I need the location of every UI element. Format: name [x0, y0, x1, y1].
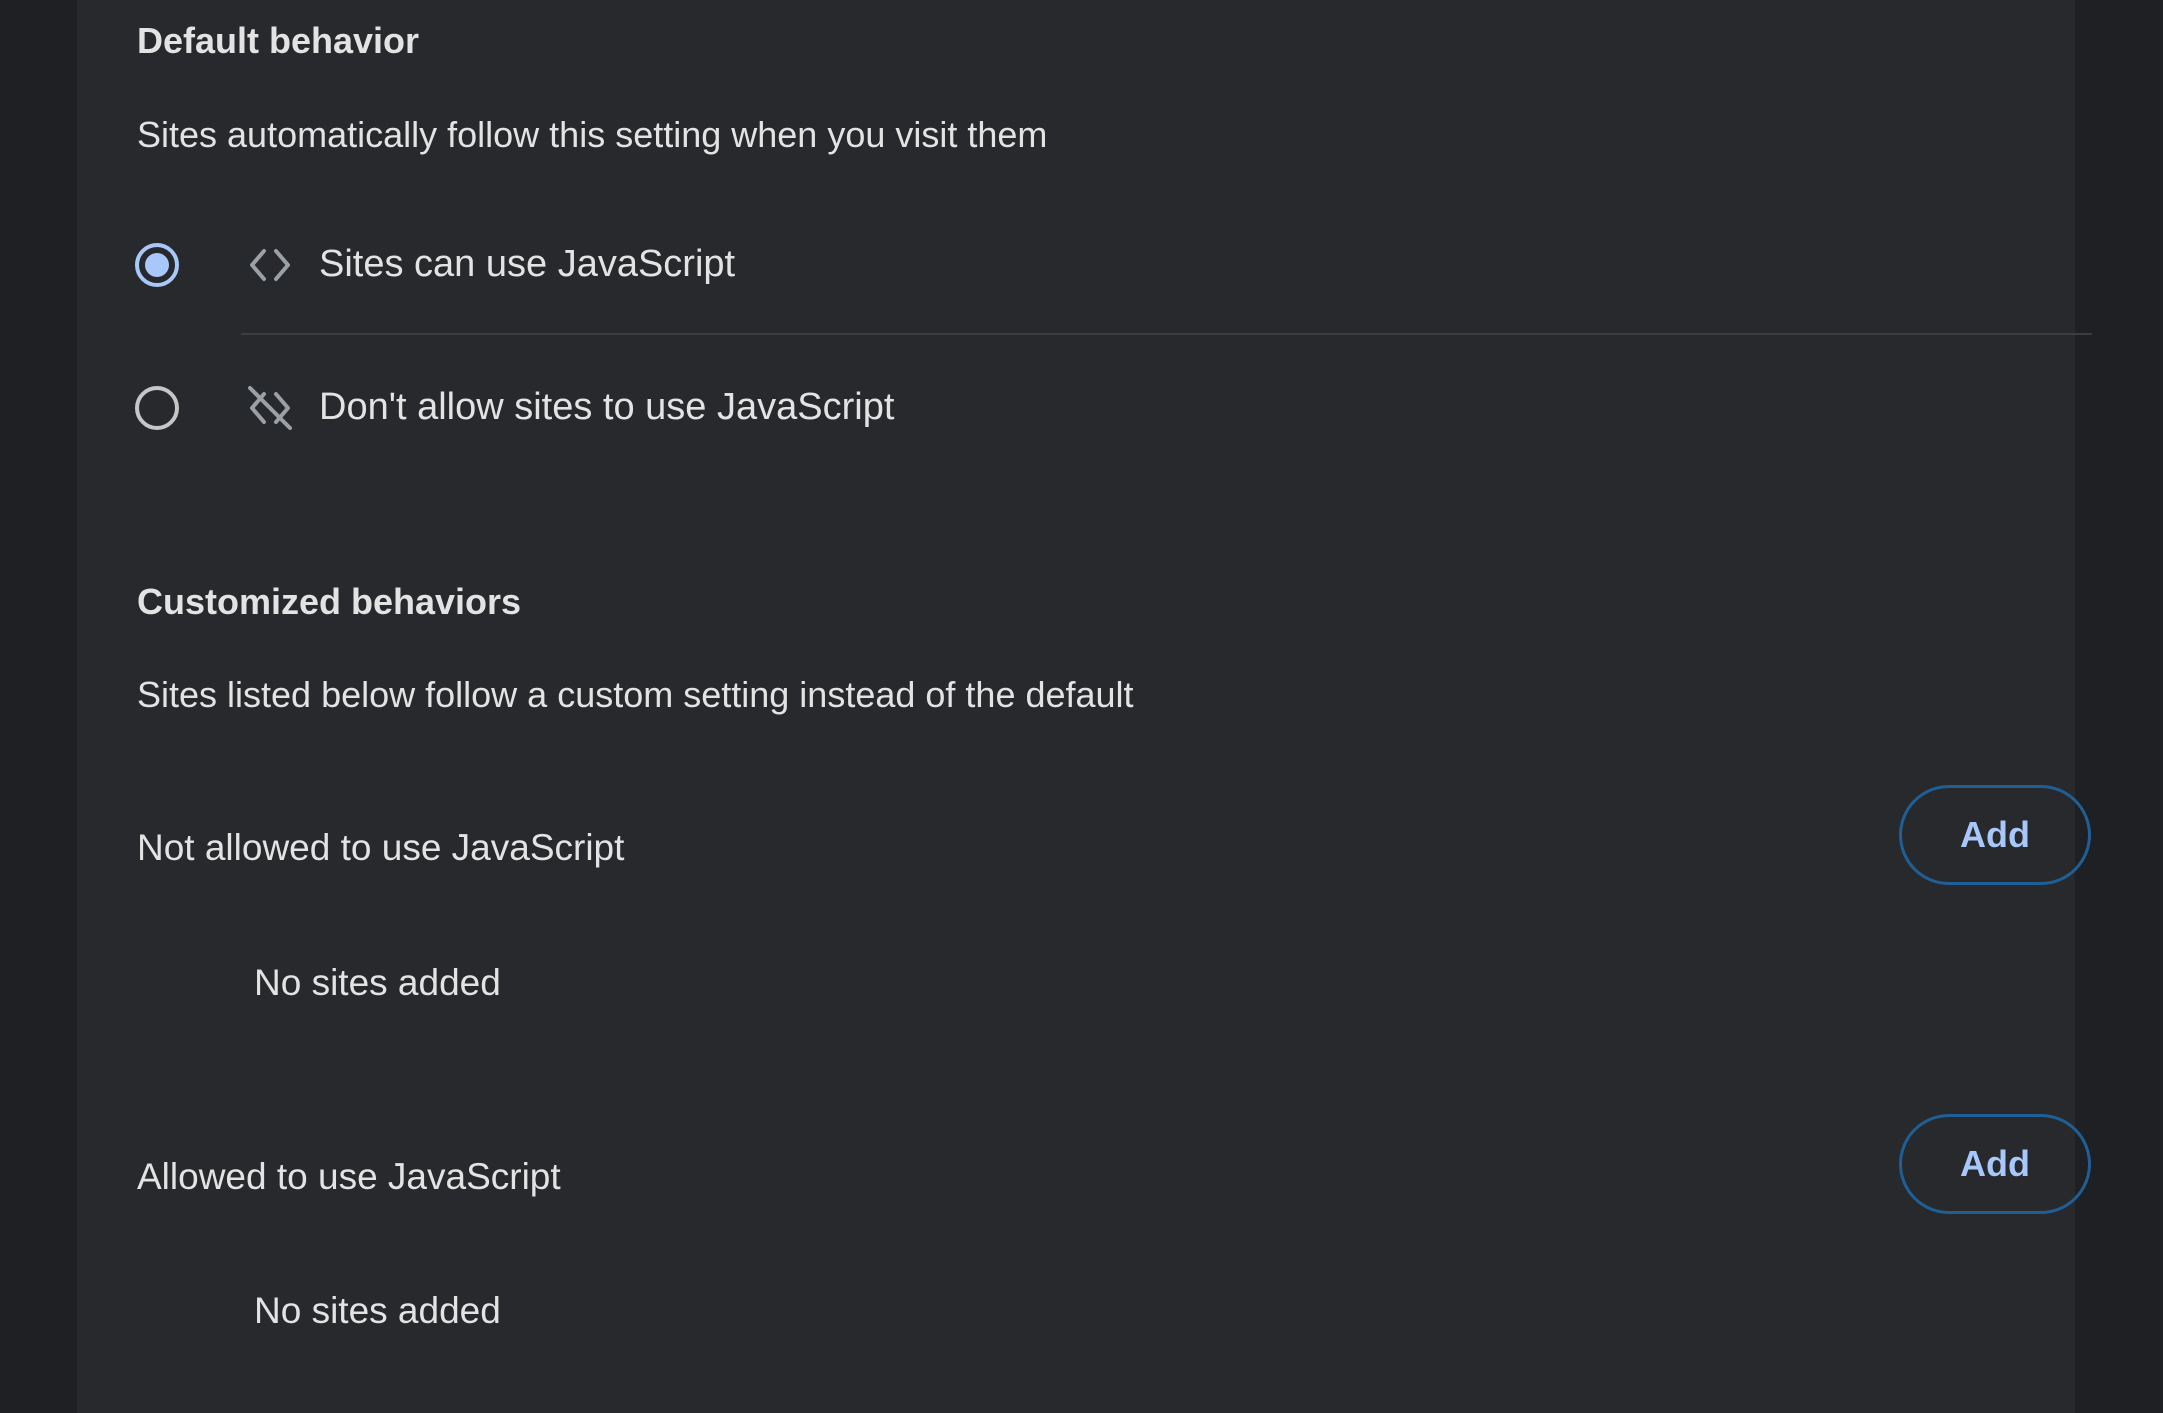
option-divider — [241, 333, 2092, 335]
default-behavior-description: Sites automatically follow this setting … — [137, 114, 1048, 155]
customized-behaviors-title: Customized behaviors — [137, 581, 522, 622]
radio-option-allow-javascript[interactable]: Sites can use JavaScript — [77, 215, 2075, 315]
blocked-list-label: Not allowed to use JavaScript — [137, 827, 625, 868]
default-behavior-title: Default behavior — [137, 20, 420, 61]
code-brackets-icon — [250, 249, 290, 281]
radio-label-block-javascript: Don't allow sites to use JavaScript — [319, 386, 895, 428]
radio-option-block-javascript[interactable]: Don't allow sites to use JavaScript — [77, 358, 2075, 458]
radio-label-allow-javascript: Sites can use JavaScript — [319, 243, 736, 285]
allowed-list-label: Allowed to use JavaScript — [137, 1156, 561, 1197]
add-blocked-site-button[interactable]: Add — [1899, 785, 2091, 885]
radio-button-selected[interactable] — [134, 242, 180, 288]
customized-behaviors-description: Sites listed below follow a custom setti… — [137, 674, 1134, 715]
blocked-list-empty-text: No sites added — [254, 962, 501, 1003]
allowed-list-empty-text: No sites added — [254, 1290, 501, 1331]
radio-button-unselected[interactable] — [134, 385, 180, 431]
add-allowed-site-button[interactable]: Add — [1899, 1114, 2091, 1214]
settings-card: Default behavior Sites automatically fol… — [77, 0, 2092, 1413]
code-off-icon — [248, 386, 292, 430]
